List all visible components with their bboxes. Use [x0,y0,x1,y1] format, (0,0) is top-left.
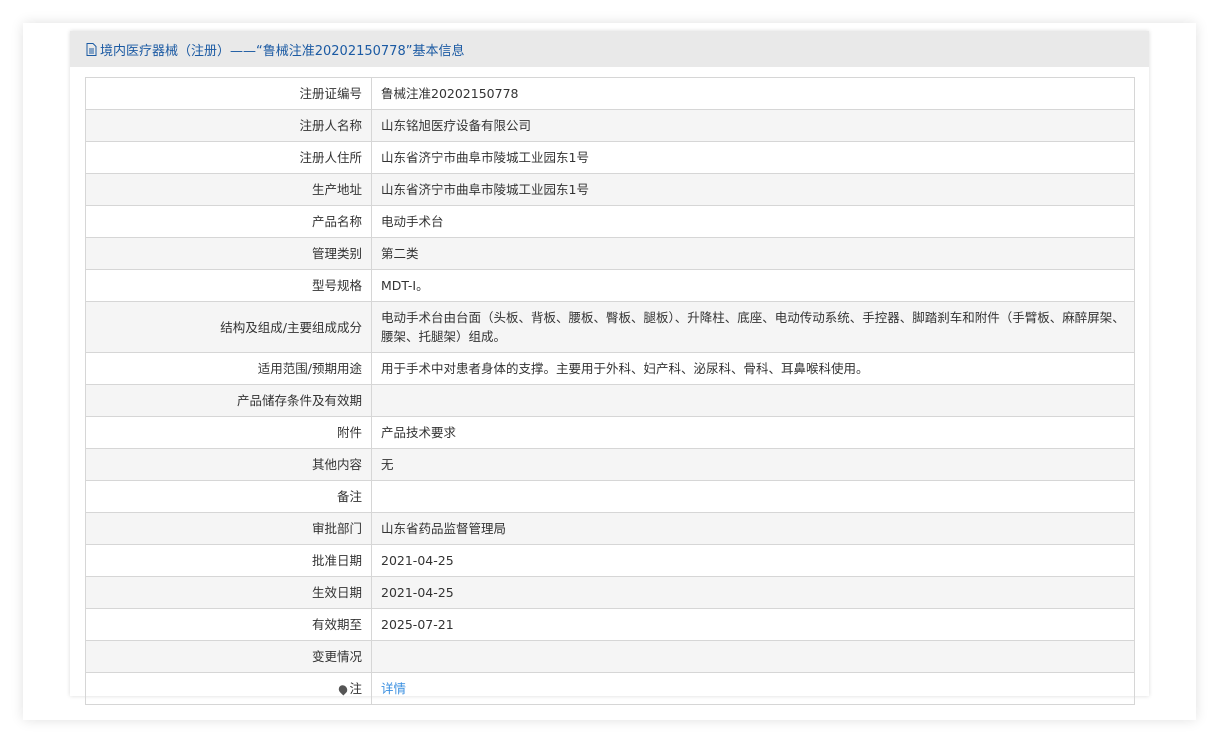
table-row: 生产地址 山东省济宁市曲阜市陵城工业园东1号 [85,173,1135,206]
table-row: 型号规格 MDT-I。 [85,269,1135,302]
row-value: 2021-04-25 [371,576,1135,609]
row-value: 山东铭旭医疗设备有限公司 [371,109,1135,142]
row-value: 山东省药品监督管理局 [371,512,1135,545]
table-row: 生效日期 2021-04-25 [85,576,1135,609]
row-label: 附件 [85,416,372,449]
row-value: 详情 [371,672,1135,705]
row-label: 产品名称 [85,205,372,238]
table-row: 审批部门 山东省药品监督管理局 [85,512,1135,545]
row-value: MDT-I。 [371,269,1135,302]
row-value: 无 [371,448,1135,481]
row-label: 型号规格 [85,269,372,302]
row-label: 生产地址 [85,173,372,206]
row-value: 第二类 [371,237,1135,270]
row-label: 注册证编号 [85,77,372,110]
row-value [371,640,1135,673]
row-value: 产品技术要求 [371,416,1135,449]
row-value: 鲁械注准20202150778 [371,77,1135,110]
row-value: 山东省济宁市曲阜市陵城工业园东1号 [371,141,1135,174]
table-row: 管理类别 第二类 [85,237,1135,270]
row-value: 电动手术台由台面（头板、背板、腰板、臀板、腿板）、升降柱、底座、电动传动系统、手… [371,301,1135,353]
row-label: 注 [85,672,372,705]
row-label: 生效日期 [85,576,372,609]
page-card: 境内医疗器械（注册）——“鲁械注准20202150778”基本信息 注册证编号鲁… [23,23,1196,720]
row-label: 管理类别 [85,237,372,270]
row-value: 2021-04-25 [371,544,1135,577]
details-link[interactable]: 详情 [381,681,406,696]
row-value: 用于手术中对患者身体的支撑。主要用于外科、妇产科、泌尿科、骨科、耳鼻喉科使用。 [371,352,1135,385]
table-row: 产品名称 电动手术台 [85,205,1135,238]
row-value [371,384,1135,417]
row-label: 适用范围/预期用途 [85,352,372,385]
row-label: 结构及组成/主要组成成分 [85,301,372,353]
table-row: 注册人住所 山东省济宁市曲阜市陵城工业园东1号 [85,141,1135,174]
table-row: 批准日期 2021-04-25 [85,544,1135,577]
row-value: 电动手术台 [371,205,1135,238]
table-row: 注册证编号 鲁械注准20202150778 [85,77,1135,110]
table-row: 其他内容无 [85,448,1135,481]
row-value: 山东省济宁市曲阜市陵城工业园东1号 [371,173,1135,206]
row-label: 注册人住所 [85,141,372,174]
table-row: 附件 产品技术要求 [85,416,1135,449]
table-row: 备注 [85,480,1135,513]
row-value [371,480,1135,513]
table-row-note: 注 详情 [85,672,1135,705]
table-row: 产品储存条件及有效期 [85,384,1135,417]
panel-title: 境内医疗器械（注册）——“鲁械注准20202150778”基本信息 [100,43,465,59]
row-label: 备注 [85,480,372,513]
document-icon [86,42,97,56]
table-row: 注册人名称 山东铭旭医疗设备有限公司 [85,109,1135,142]
row-label: 有效期至 [85,608,372,641]
pin-icon [337,683,350,696]
row-label: 审批部门 [85,512,372,545]
row-label: 批准日期 [85,544,372,577]
info-panel: 境内医疗器械（注册）——“鲁械注准20202150778”基本信息 注册证编号鲁… [70,31,1149,705]
row-label: 其他内容 [85,448,372,481]
row-label: 变更情况 [85,640,372,673]
table-row: 结构及组成/主要组成成分 电动手术台由台面（头板、背板、腰板、臀板、腿板）、升降柱… [85,301,1135,353]
row-value: 2025-07-21 [371,608,1135,641]
row-label: 注册人名称 [85,109,372,142]
info-table: 注册证编号 鲁械注准20202150778 注册人名称 山东铭旭医疗设备有限公司 注册人… [85,77,1135,705]
panel-header: 境内医疗器械（注册）——“鲁械注准20202150778”基本信息 [70,31,1149,67]
row-label: 产品储存条件及有效期 [85,384,372,417]
note-label: 注 [349,681,362,696]
table-row: 适用范围/预期用途 用于手术中对患者身体的支撑。主要用于外科、妇产科、泌尿科、骨科… [85,352,1135,385]
table-row: 有效期至 2025-07-21 [85,608,1135,641]
table-row: 变更情况 [85,640,1135,673]
